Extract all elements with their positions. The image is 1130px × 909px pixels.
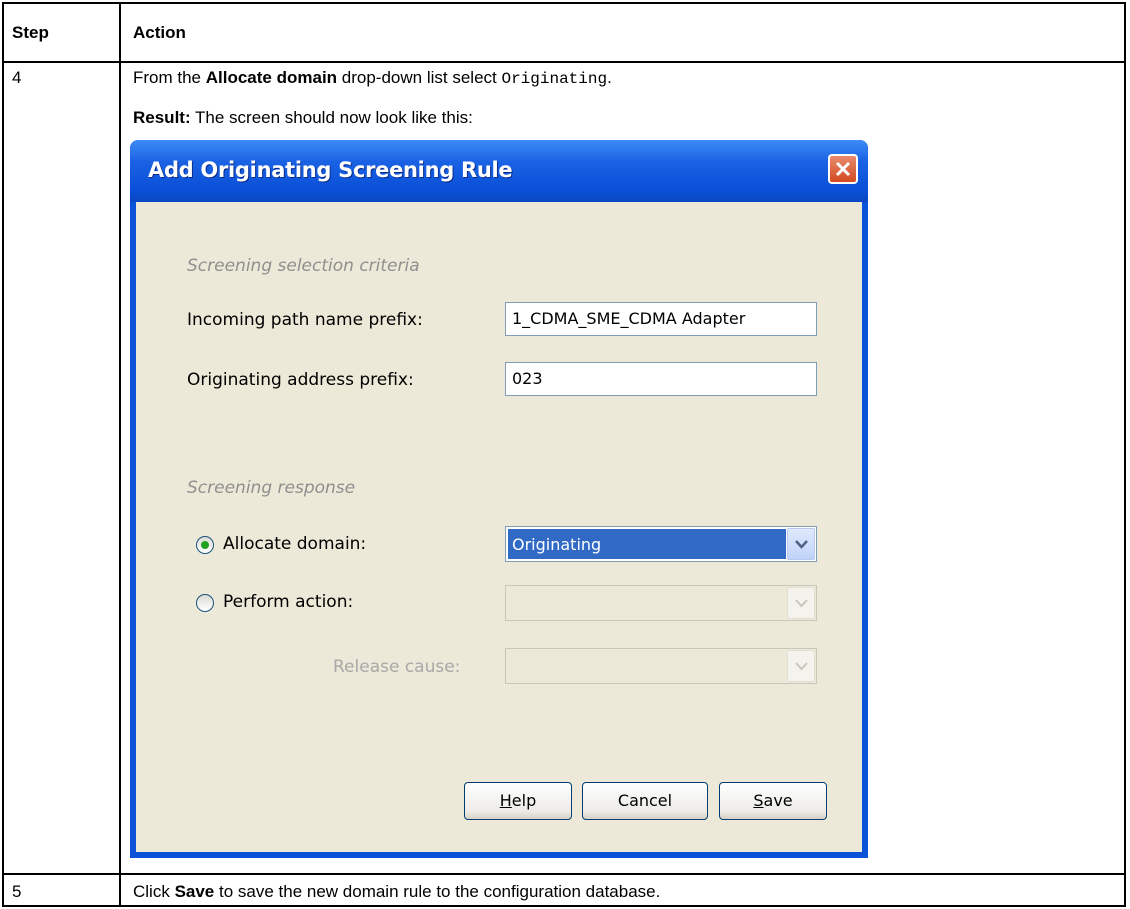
step-number-4: 4 [12,68,22,87]
step4-result: Result: The screen should now look like … [133,108,473,127]
dialog-title: Add Originating Screening Rule [148,158,513,182]
chevron-down-icon [795,599,808,608]
step-number-5: 5 [12,882,22,901]
save-button[interactable]: Save [719,782,827,820]
allocate-domain-label: Allocate domain: [223,534,367,554]
allocate-domain-value: Originating [508,529,786,559]
close-button[interactable] [828,154,858,184]
incoming-path-label: Incoming path name prefix: [187,310,423,330]
close-icon [835,161,851,177]
perform-dropdown-button[interactable] [787,587,815,619]
criteria-heading: Screening selection criteria [187,256,420,276]
release-cause-select[interactable] [505,648,817,684]
release-dropdown-button[interactable] [787,650,815,682]
allocate-dropdown-button[interactable] [787,528,815,560]
release-cause-label: Release cause: [333,657,461,677]
radio-selected-dot [201,541,209,549]
allocate-domain-select[interactable]: Originating [505,526,817,562]
header-step: Step [12,23,49,42]
step5-instruction: Click Save to save the new domain rule t… [133,882,661,901]
dialog-titlebar: Add Originating Screening Rule [130,140,868,202]
originating-address-label: Originating address prefix: [187,370,414,390]
chevron-down-icon [795,662,808,671]
response-heading: Screening response [187,478,356,498]
cancel-button[interactable]: Cancel [582,782,708,820]
incoming-path-input[interactable]: 1_CDMA_SME_CDMA Adapter [505,302,817,336]
chevron-down-icon [795,540,808,549]
header-action-cell [119,2,1126,63]
perform-action-radio[interactable] [196,594,214,612]
screening-rule-dialog: Add Originating Screening Rule Screening… [130,140,868,858]
step4-instruction: From the Allocate domain drop-down list … [133,68,612,88]
header-action: Action [133,23,186,42]
allocate-domain-radio[interactable] [196,536,214,554]
help-button[interactable]: Help [464,782,572,820]
dialog-body: Screening selection criteria Incoming pa… [136,202,862,852]
row4-step-cell [2,61,121,875]
perform-action-select[interactable] [505,585,817,621]
originating-address-input[interactable]: 023 [505,362,817,396]
perform-action-label: Perform action: [223,592,354,612]
